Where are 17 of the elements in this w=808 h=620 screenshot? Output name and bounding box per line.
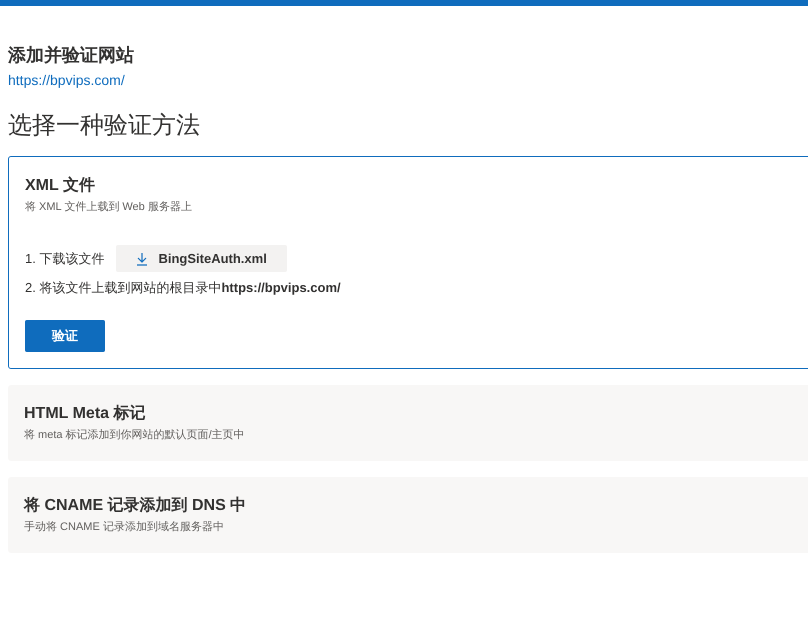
method-card[interactable]: HTML Meta 标记 将 meta 标记添加到你网站的默认页面/主页中 (8, 385, 808, 461)
method-card[interactable]: XML 文件 将 XML 文件上载到 Web 服务器上 1. 下载该文件 BingSiteAuth.xml 2. 将该文件上载到网站的根目录中https://bpvips.com/ 验证 (8, 156, 808, 369)
download-icon (136, 252, 148, 266)
site-url-link[interactable]: https://bpvips.com/ (8, 70, 125, 90)
method-description: 手动将 CNAME 记录添加到域名服务器中 (24, 520, 224, 535)
method-title: 将 CNAME 记录添加到 DNS 中 (24, 496, 246, 516)
download-button[interactable]: BingSiteAuth.xml (116, 245, 287, 272)
method-description: 将 XML 文件上载到 Web 服务器上 (25, 200, 192, 215)
method-card[interactable]: 将 CNAME 记录添加到 DNS 中 手动将 CNAME 记录添加到域名服务器中 (8, 477, 808, 553)
method-title: XML 文件 (25, 175, 95, 196)
method-description: 将 meta 标记添加到你网站的默认页面/主页中 (24, 428, 245, 443)
step-text: 1. 下载该文件 (25, 250, 104, 268)
page-title: 添加并验证网站 (8, 44, 134, 67)
method-title: HTML Meta 标记 (24, 404, 146, 424)
verify-button[interactable]: 验证 (25, 320, 105, 352)
section-title: 选择一种验证方法 (8, 111, 200, 141)
step-text: 2. 将该文件上载到网站的根目录中https://bpvips.com/ (25, 279, 341, 297)
